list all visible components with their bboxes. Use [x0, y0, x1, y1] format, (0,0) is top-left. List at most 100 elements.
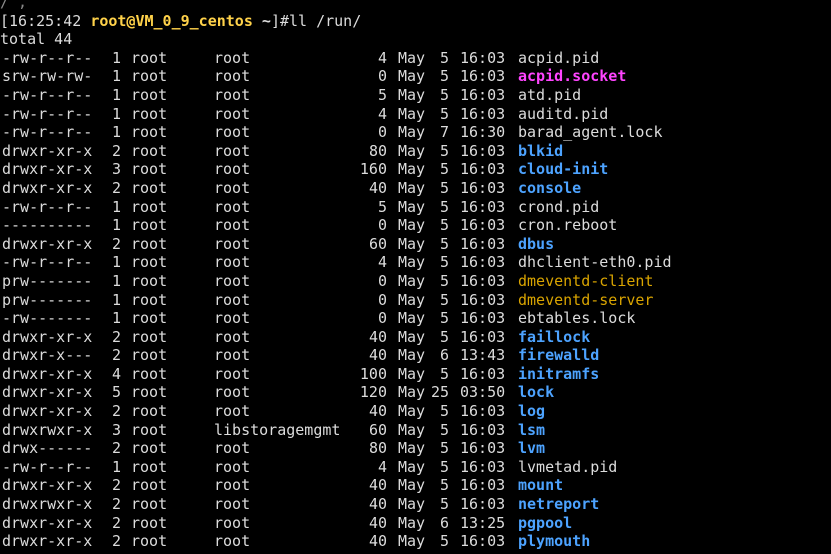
- entry-name: initramfs: [518, 364, 600, 383]
- entry-time: 16:03: [460, 253, 506, 272]
- total-line: total 44: [0, 30, 73, 49]
- listing-row: -rw------- 1 root root 0 May 5 16:03 ebtables.lo…: [0, 309, 831, 328]
- entry-month: May: [398, 104, 426, 123]
- entry-day: 5: [439, 234, 449, 253]
- entry-month: May: [398, 327, 426, 346]
- listing-row: -rw-r--r-- 1 root root 4 May 5 16:03 lvmetad.pid: [0, 458, 831, 477]
- entry-month: May: [398, 532, 426, 551]
- entry-time: 16:03: [460, 290, 506, 309]
- entry-group: root: [214, 123, 251, 142]
- terminal-output[interactable]: ​/ , [16:25:42 root@VM_0_9_centos ~]#ll …: [0, 0, 831, 554]
- entry-day: 5: [439, 67, 449, 86]
- entry-group: root: [214, 104, 251, 123]
- entry-group: root: [214, 48, 251, 67]
- entry-perm: -rw-r--r--: [2, 104, 93, 123]
- entry-name: pgpool: [518, 513, 573, 532]
- entry-size: 0: [377, 67, 387, 86]
- entry-name: lvmetad.pid: [518, 457, 618, 476]
- entry-time: 16:03: [460, 476, 506, 495]
- entry-links: 1: [111, 216, 121, 235]
- entry-size: 160: [359, 160, 387, 179]
- entry-time: 16:03: [460, 216, 506, 235]
- entry-name: lvm: [518, 439, 546, 458]
- listing-row: drwxr-xr-x 2 root root 60 May 5 16:03 dbus: [0, 235, 831, 254]
- entry-links: 1: [111, 197, 121, 216]
- entry-size: 60: [368, 420, 387, 439]
- entry-group: root: [214, 271, 251, 290]
- entry-links: 1: [111, 123, 121, 142]
- entry-owner: root: [131, 513, 168, 532]
- entry-group: root: [214, 476, 251, 495]
- entry-perm: -rw-r--r--: [2, 197, 93, 216]
- entry-month: May: [398, 253, 426, 272]
- entry-day: 5: [439, 271, 449, 290]
- entry-owner: root: [131, 439, 168, 458]
- entry-size: 80: [368, 439, 387, 458]
- entry-perm: -rw-r--r--: [2, 123, 93, 142]
- entry-group: root: [214, 160, 251, 179]
- entry-time: 16:03: [460, 67, 506, 86]
- entry-size: 40: [368, 178, 387, 197]
- entry-owner: root: [131, 271, 168, 290]
- entry-group: root: [214, 495, 251, 514]
- entry-owner: root: [131, 346, 168, 365]
- entry-size: 120: [359, 383, 387, 402]
- entry-time: 16:03: [460, 364, 506, 383]
- entry-size: 0: [377, 216, 387, 235]
- entry-name: netreport: [518, 495, 600, 514]
- entry-owner: root: [131, 141, 168, 160]
- entry-owner: root: [131, 253, 168, 272]
- entry-name: firewalld: [518, 346, 600, 365]
- entry-owner: root: [131, 290, 168, 309]
- entry-time: 16:03: [460, 420, 506, 439]
- entry-size: 5: [377, 197, 387, 216]
- listing-row: -rw-r--r-- 1 root root 4 May 5 16:03 auditd.pid: [0, 105, 831, 124]
- listing-row: drwxr-xr-x 2 root root 40 May 5 16:03 log: [0, 402, 831, 421]
- entry-month: May: [398, 85, 426, 104]
- entry-group: root: [214, 141, 251, 160]
- entry-links: 1: [111, 457, 121, 476]
- entry-group: root: [214, 327, 251, 346]
- listing-row: drwxr-x--- 2 root root 40 May 6 13:43 firewalld: [0, 346, 831, 365]
- entry-size: 0: [377, 271, 387, 290]
- entry-time: 16:30: [460, 123, 506, 142]
- entry-group: root: [214, 402, 251, 421]
- entry-name: dbus: [518, 234, 555, 253]
- entry-size: 5: [377, 85, 387, 104]
- entry-day: 5: [439, 476, 449, 495]
- prompt-time: 16:25:42: [9, 11, 82, 30]
- entry-time: 16:03: [460, 160, 506, 179]
- entry-perm: drwxr-xr-x: [2, 364, 93, 383]
- entry-day: 25: [431, 383, 450, 402]
- entry-time: 16:03: [460, 402, 506, 421]
- entry-time: 16:03: [460, 85, 506, 104]
- entry-name: auditd.pid: [518, 104, 609, 123]
- entry-size: 4: [377, 48, 387, 67]
- entry-perm: drwxr-xr-x: [2, 513, 93, 532]
- entry-links: 4: [111, 364, 121, 383]
- entry-time: 16:03: [460, 457, 506, 476]
- entry-size: 40: [368, 532, 387, 551]
- entry-time: 16:03: [460, 197, 506, 216]
- entry-links: 1: [111, 104, 121, 123]
- listing-row: drwxrwxr-x 2 root root 40 May 5 16:03 netreport: [0, 495, 831, 514]
- listing-row: drwxr-xr-x 2 root root 40 May 5 16:03 faillock: [0, 328, 831, 347]
- entry-day: 7: [439, 123, 449, 142]
- entry-size: 100: [359, 364, 387, 383]
- entry-day: 5: [439, 495, 449, 514]
- listing-row: drwxr-xr-x 2 root root 40 May 5 16:03 console: [0, 179, 831, 198]
- entry-name: ebtables.lock: [518, 309, 636, 328]
- entry-group: root: [214, 253, 251, 272]
- entry-day: 5: [439, 290, 449, 309]
- entry-size: 4: [377, 253, 387, 272]
- entry-links: 1: [111, 253, 121, 272]
- entry-group: root: [214, 85, 251, 104]
- entry-size: 0: [377, 309, 387, 328]
- entry-owner: root: [131, 67, 168, 86]
- entry-month: May: [398, 476, 426, 495]
- entry-name: lock: [518, 383, 555, 402]
- entry-links: 2: [111, 327, 121, 346]
- entry-perm: -rw-------: [2, 309, 93, 328]
- prompt-open-bracket: [: [0, 11, 10, 30]
- entry-group: root: [214, 457, 251, 476]
